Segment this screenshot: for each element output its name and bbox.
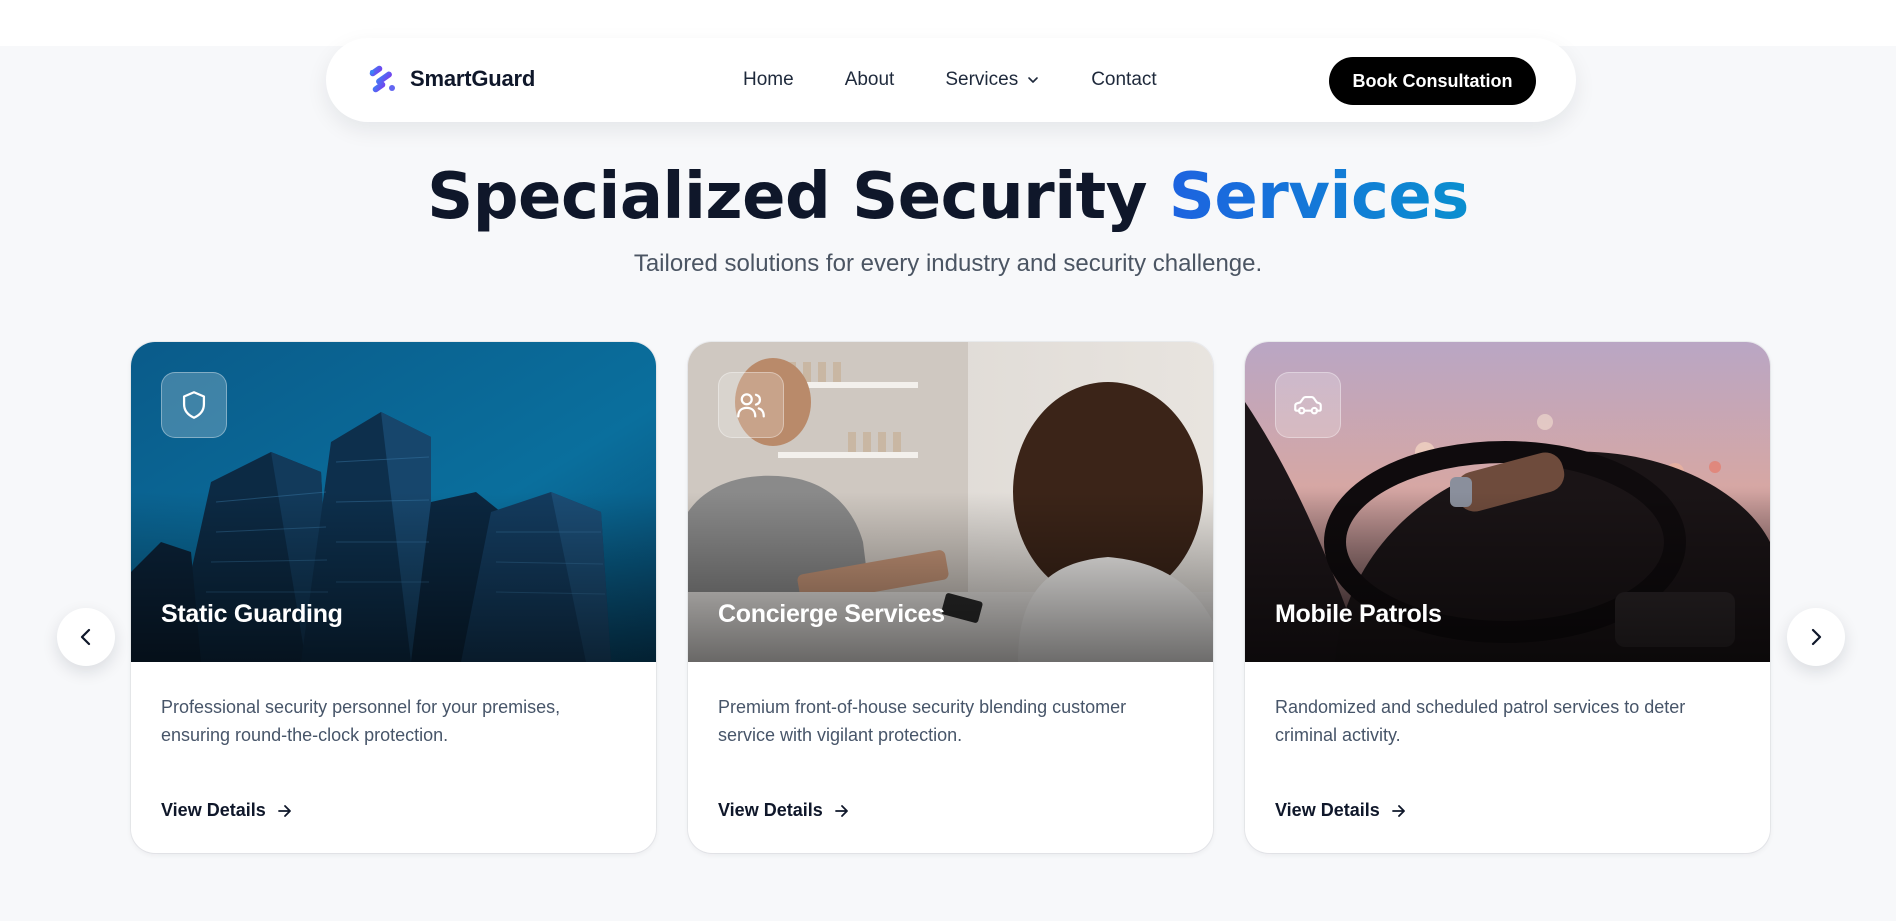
brand[interactable]: SmartGuard <box>366 62 535 96</box>
service-card-mobile-patrols[interactable]: Mobile Patrols Randomized and scheduled … <box>1245 342 1770 853</box>
arrow-right-icon <box>834 804 848 817</box>
view-details-link[interactable]: View Details <box>1275 800 1408 821</box>
carousel-next-button[interactable] <box>1787 608 1845 666</box>
navbar: SmartGuard Home About Services Contact B… <box>326 38 1576 122</box>
nav-item-home[interactable]: Home <box>743 69 794 91</box>
view-details-link[interactable]: View Details <box>718 800 851 821</box>
nav-item-label: Home <box>743 69 794 90</box>
card-image-driving: Mobile Patrols <box>1245 342 1770 662</box>
view-details-link[interactable]: View Details <box>161 800 294 821</box>
nav-item-services[interactable]: Services <box>945 69 1040 91</box>
card-title: Mobile Patrols <box>1275 600 1442 628</box>
carousel-prev-button[interactable] <box>57 608 115 666</box>
service-card-static-guarding[interactable]: Static Guarding Professional security pe… <box>131 342 656 853</box>
card-description: Premium front-of-house security blending… <box>718 697 1127 745</box>
card-icon-badge <box>161 372 227 438</box>
nav-item-about[interactable]: About <box>845 69 895 91</box>
view-details-label: View Details <box>718 800 823 820</box>
stacked-dashes-logo-icon <box>369 65 395 93</box>
chevron-right-icon <box>1811 628 1822 646</box>
card-description: Professional security personnel for your… <box>161 697 561 745</box>
card-icon-badge <box>1275 372 1341 438</box>
nav-item-label: Contact <box>1091 69 1157 90</box>
brand-name: SmartGuard <box>410 66 536 91</box>
car-icon <box>1294 396 1322 415</box>
service-cards: Static Guarding Professional security pe… <box>131 342 1770 853</box>
chevron-down-icon <box>1028 77 1039 83</box>
service-card-concierge-services[interactable]: Concierge Services Premium front-of-hous… <box>688 342 1213 853</box>
image-shade <box>688 492 1213 662</box>
nav-item-contact[interactable]: Contact <box>1091 69 1156 91</box>
shield-icon <box>182 391 206 419</box>
view-details-label: View Details <box>161 800 266 820</box>
users-icon <box>737 393 765 418</box>
page-title-main: Specialized Security <box>427 160 1169 234</box>
page-title-accent: Services <box>1168 160 1470 234</box>
card-description: Randomized and scheduled patrol services… <box>1275 697 1686 745</box>
nav-links: Home About Services Contact <box>743 38 1157 122</box>
image-shade <box>131 492 656 662</box>
view-details-label: View Details <box>1275 800 1380 820</box>
nav-item-label: About <box>844 69 895 90</box>
card-title: Static Guarding <box>161 600 343 628</box>
card-icon-badge <box>718 372 784 438</box>
book-consultation-button[interactable]: Book Consultation <box>1329 57 1536 105</box>
chevron-left-icon <box>80 628 91 646</box>
card-image-concierge: Concierge Services <box>688 342 1213 662</box>
page-subtitle: Tailored solutions for every industry an… <box>633 250 1263 277</box>
card-image-skyscrapers: Static Guarding <box>131 342 656 662</box>
card-title: Concierge Services <box>718 600 945 628</box>
arrow-right-icon <box>1391 804 1405 817</box>
nav-item-label: Services <box>945 69 1019 90</box>
image-shade <box>1245 492 1770 662</box>
page-title: Specialized Security Services <box>0 160 1896 234</box>
arrow-right-icon <box>277 804 291 817</box>
